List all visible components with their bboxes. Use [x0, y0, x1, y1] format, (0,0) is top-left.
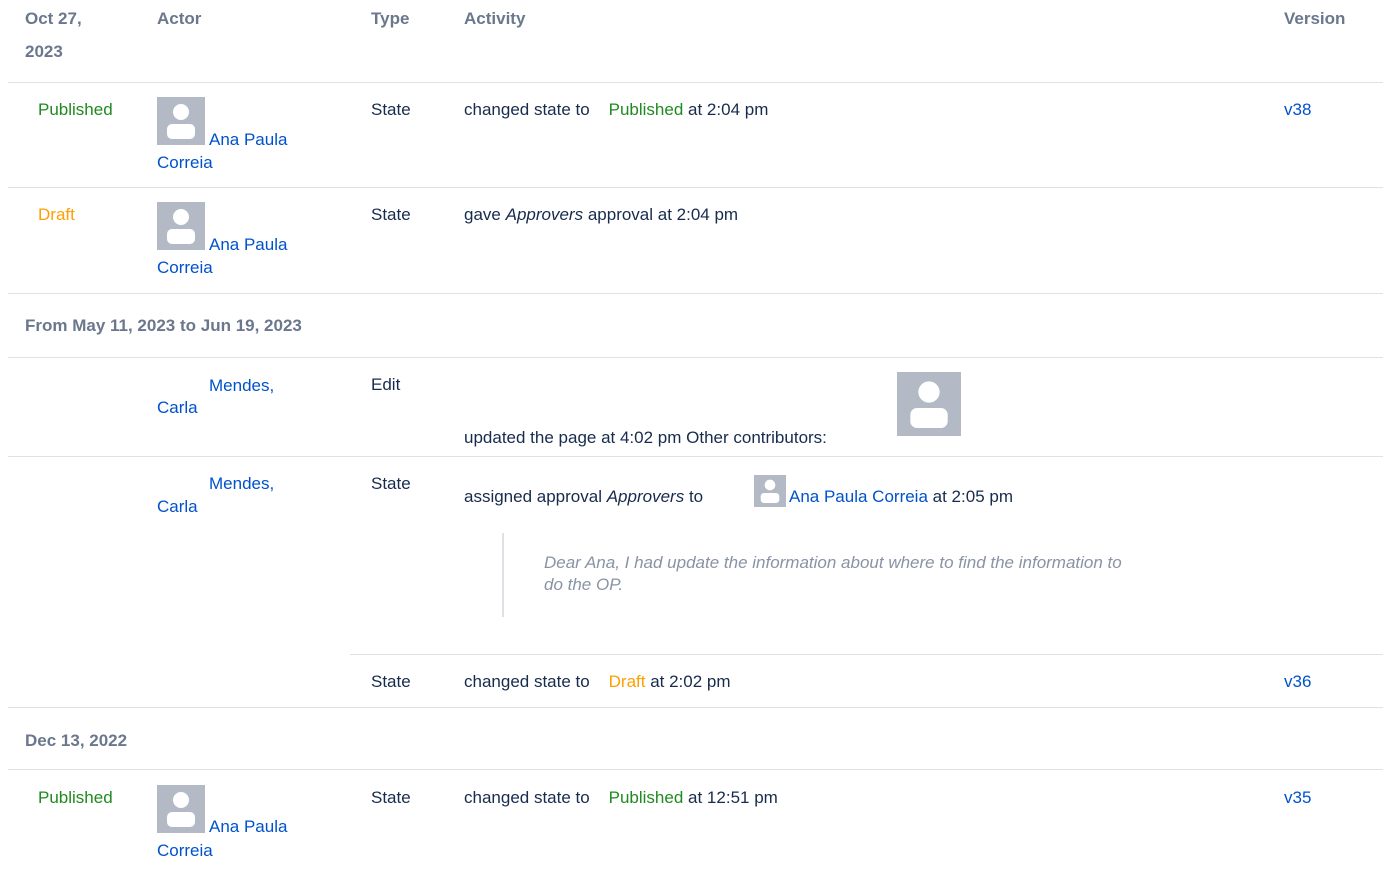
default-user-avatar-icon[interactable]: [157, 202, 205, 250]
header-date: Oct 27,: [25, 9, 82, 28]
divider: [8, 769, 1383, 770]
group-date-range: From May 11, 2023 to Jun 19, 2023: [25, 316, 302, 335]
activity-pre: assigned approval: [464, 487, 602, 506]
type-label: State: [371, 474, 411, 493]
header-date-year: 2023: [25, 42, 63, 61]
activity-text: changed state to Published at 12:51 pm: [464, 786, 778, 810]
activity-post: at 2:05 pm: [932, 487, 1013, 506]
approval-name: Approvers: [505, 205, 584, 224]
actor-link-continued[interactable]: Correia: [157, 256, 213, 280]
approval-comment: Dear Ana, I had update the information a…: [502, 533, 1142, 617]
approval-comment-text: Dear Ana, I had update the information a…: [544, 553, 1122, 594]
divider: [8, 187, 1383, 188]
activity-text: changed state to Draft at 2:02 pm: [464, 670, 731, 694]
default-user-avatar-icon[interactable]: [157, 785, 205, 833]
contributor-avatar-icon[interactable]: [897, 372, 961, 436]
assignee-avatar-icon[interactable]: [754, 475, 786, 507]
group-date: Dec 13, 2022: [25, 731, 128, 750]
type-label: State: [371, 205, 411, 224]
divider: [8, 707, 1383, 708]
version-link[interactable]: v36: [1284, 670, 1311, 694]
type-label: State: [371, 788, 411, 807]
activity-pre: gave: [464, 205, 501, 224]
actor-link[interactable]: Ana Paula: [209, 128, 287, 152]
header-version: Version: [1284, 9, 1346, 28]
actor-link[interactable]: Ana Paula: [209, 233, 287, 257]
state-lozenge: Draft: [608, 672, 646, 691]
activity-prefix: changed state to: [464, 100, 590, 119]
type-label: State: [371, 672, 411, 691]
state-lozenge: Published: [608, 788, 684, 807]
divider: [350, 654, 1383, 655]
activity-prefix: changed state to: [464, 788, 590, 807]
version-link[interactable]: v35: [1284, 786, 1311, 810]
actor-link[interactable]: Mendes,: [209, 472, 274, 496]
status-label: Published: [38, 100, 113, 119]
actor-link[interactable]: Mendes,: [209, 374, 274, 398]
divider: [8, 456, 1383, 457]
actor-link-continued[interactable]: Carla: [157, 495, 198, 519]
divider: [8, 293, 1383, 294]
actor-link-continued[interactable]: Correia: [157, 839, 213, 863]
activity-post: approval at 2:04 pm: [587, 205, 739, 224]
assignee-link[interactable]: Ana Paula Correia: [789, 487, 928, 506]
activity-prefix: changed state to: [464, 672, 590, 691]
activity-text: changed state to Published at 2:04 pm: [464, 98, 768, 122]
status-label: Published: [38, 788, 113, 807]
actor-link-continued[interactable]: Carla: [157, 396, 198, 420]
assignee-text: Ana Paula Correia at 2:05 pm: [789, 485, 1013, 509]
default-user-avatar-icon[interactable]: [157, 97, 205, 145]
divider: [8, 357, 1383, 358]
approval-name: Approvers: [606, 487, 685, 506]
activity-suffix: at 2:04 pm: [688, 100, 769, 119]
version-link[interactable]: v38: [1284, 98, 1311, 122]
type-label: State: [371, 100, 411, 119]
actor-link-continued[interactable]: Correia: [157, 151, 213, 175]
header-type: Type: [371, 9, 410, 28]
actor-link[interactable]: Ana Paula: [209, 815, 287, 839]
status-label: Draft: [38, 205, 75, 224]
activity-suffix: at 12:51 pm: [688, 788, 778, 807]
divider: [8, 82, 1383, 83]
activity-to: to: [688, 487, 704, 506]
activity-text: updated the page at 4:02 pm Other contri…: [464, 428, 827, 447]
header-activity: Activity: [464, 9, 526, 28]
activity-text: assigned approval Approvers to: [464, 485, 703, 509]
state-lozenge: Published: [608, 100, 684, 119]
header-actor: Actor: [157, 9, 202, 28]
activity-suffix: at 2:02 pm: [650, 672, 731, 691]
activity-text: gave Approvers approval at 2:04 pm: [464, 203, 738, 227]
type-label: Edit: [371, 375, 401, 394]
